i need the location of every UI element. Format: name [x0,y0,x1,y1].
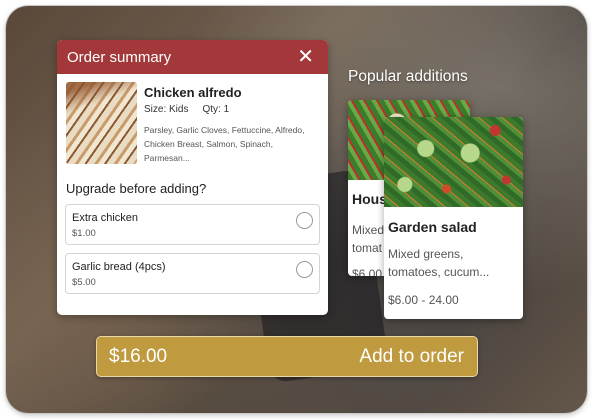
upgrade-title: Upgrade before adding? [66,181,207,196]
close-icon[interactable]: ✕ [295,47,316,67]
item-name: Chicken alfredo [144,85,242,100]
radio-icon[interactable] [296,212,313,229]
order-item: Chicken alfredo Size: Kids Qty: 1 Parsley… [57,74,328,165]
option-price: $1.00 [72,228,96,239]
item-size: Size: Kids [144,104,189,115]
card-image [384,117,523,207]
radio-icon[interactable] [296,261,313,278]
option-label: Extra chicken [72,212,139,224]
item-info: Chicken alfredo Size: Kids Qty: 1 Parsley… [144,82,316,165]
add-to-order-button[interactable]: $16.00 Add to order [96,336,478,377]
card-name: Garden salad [388,219,477,235]
upgrade-option-extra-chicken[interactable]: Extra chicken $1.00 [65,204,320,245]
option-label: Garlic bread (4pcs) [72,261,166,273]
order-total: $16.00 [109,345,168,367]
card-price: $6.00 - 24.00 [388,293,459,307]
item-qty: Qty: 1 [202,104,230,115]
order-summary-header: Order summary ✕ [57,40,328,74]
add-to-order-label: Add to order [359,345,464,367]
item-ingredients: Parsley, Garlic Cloves, Fettuccine, Alfr… [144,125,305,163]
item-meta: Size: Kids Qty: 1 [144,104,316,115]
upgrade-option-garlic-bread[interactable]: Garlic bread (4pcs) $5.00 [65,253,320,294]
card-description: Mixed greens, tomatoes, cucum... [388,247,490,279]
addition-card-garden-salad[interactable]: Garden salad Mixed greens, tomatoes, cuc… [384,117,523,319]
popular-additions-title: Popular additions [348,68,468,85]
item-thumbnail [66,82,137,164]
order-summary-title: Order summary [67,48,172,66]
option-price: $5.00 [72,277,96,288]
order-summary-panel: Order summary ✕ Chicken alfredo Size: Ki… [57,40,328,315]
